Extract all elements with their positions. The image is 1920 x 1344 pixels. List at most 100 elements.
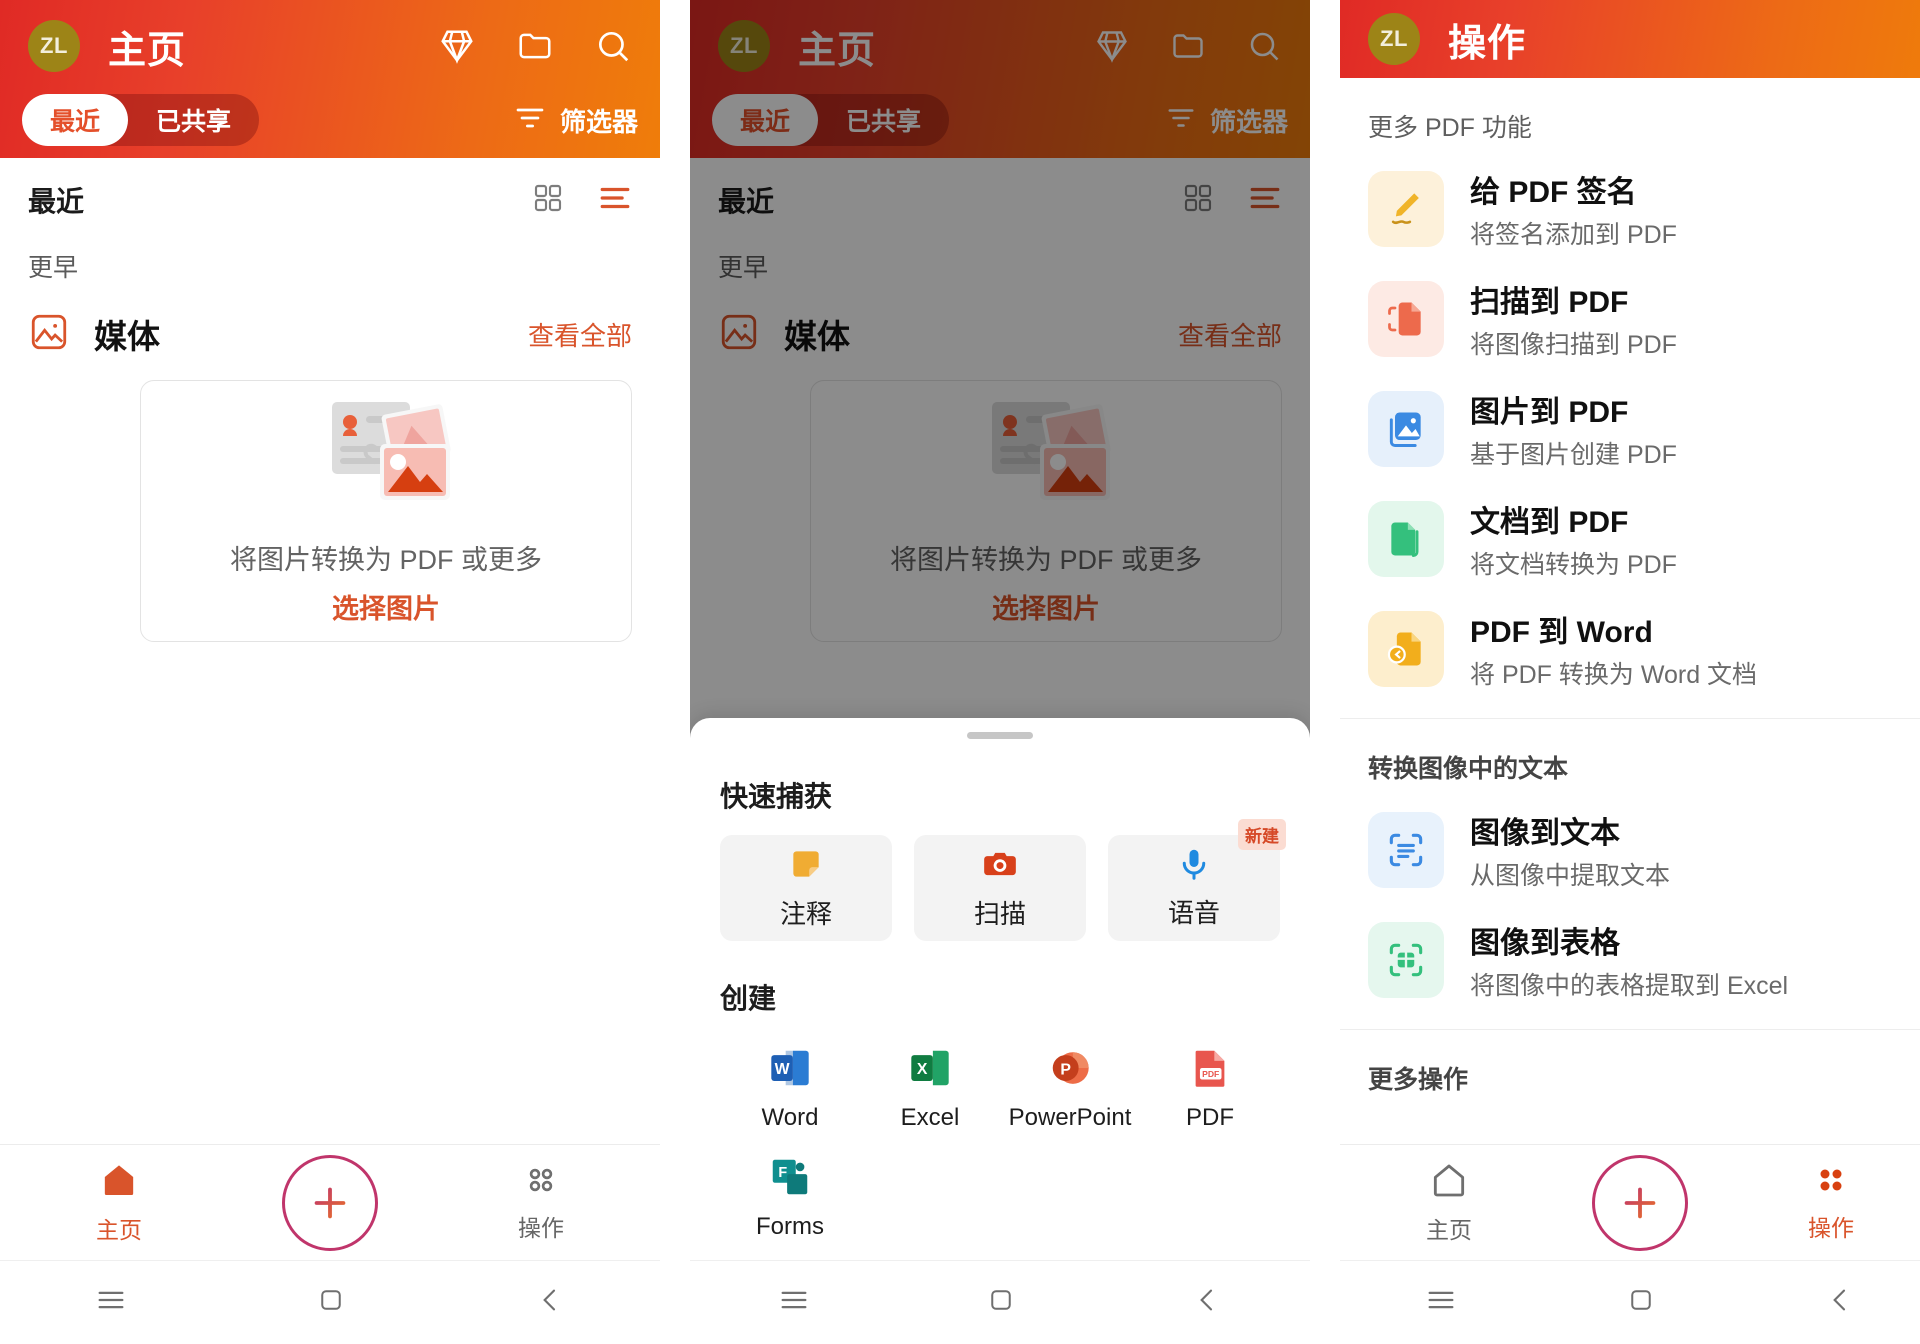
media-caption: 将图片转换为 PDF 或更多 bbox=[229, 545, 542, 575]
appbar-bottom-row: 最近 已共享 筛选器 bbox=[690, 92, 1310, 158]
filter-button[interactable]: 筛选器 bbox=[1166, 102, 1288, 139]
search-icon[interactable] bbox=[1246, 28, 1282, 64]
sticky-note-icon bbox=[787, 845, 825, 888]
back-icon[interactable] bbox=[1824, 1284, 1856, 1321]
tab-shared[interactable]: 已共享 bbox=[128, 94, 259, 146]
create-heading: 创建 bbox=[720, 983, 777, 1014]
avatar[interactable]: ZL bbox=[718, 20, 770, 72]
see-all-link[interactable]: 查看全部 bbox=[1178, 316, 1282, 353]
home-icon bbox=[99, 1160, 139, 1205]
sheet-grabber[interactable] bbox=[967, 732, 1033, 739]
quick-capture-voice-label: 语音 bbox=[1167, 898, 1220, 928]
panel-gap-1 bbox=[660, 0, 690, 1344]
action-image-to-table[interactable]: 图像到表格 将图像中的表格提取到 Excel bbox=[1340, 905, 1920, 1015]
create-powerpoint-label: PowerPoint bbox=[1008, 1104, 1132, 1131]
action-image-to-text[interactable]: 图像到文本 从图像中提取文本 bbox=[1340, 795, 1920, 905]
image-icon bbox=[718, 311, 760, 358]
avatar[interactable]: ZL bbox=[28, 20, 80, 72]
avatar[interactable]: ZL bbox=[1368, 13, 1420, 65]
diamond-icon[interactable] bbox=[1094, 28, 1130, 64]
square-icon[interactable] bbox=[1626, 1285, 1656, 1320]
appbar-top-row: ZL 操作 bbox=[1340, 0, 1920, 78]
action-title: 扫描到 PDF bbox=[1470, 286, 1629, 319]
create-excel[interactable]: X Excel bbox=[860, 1045, 1000, 1132]
media-caption: 将图片转换为 PDF 或更多 bbox=[889, 545, 1202, 575]
tab-recent[interactable]: 最近 bbox=[712, 94, 819, 146]
action-sign-pdf[interactable]: 给 PDF 签名 将签名添加到 PDF bbox=[1340, 154, 1920, 264]
media-empty-card: 将图片转换为 PDF 或更多 选择图片 bbox=[140, 380, 632, 642]
quick-capture-scan-label: 扫描 bbox=[973, 899, 1026, 929]
earlier-label: 更早 bbox=[28, 254, 79, 282]
back-icon[interactable] bbox=[534, 1284, 566, 1321]
list-view-icon[interactable] bbox=[598, 181, 632, 220]
quick-capture-row: 注释 扫描 新建 语音 bbox=[690, 815, 1310, 941]
action-image-to-pdf[interactable]: 图片到 PDF 基于图片创建 PDF bbox=[1340, 374, 1920, 484]
create-powerpoint[interactable]: P PowerPoint bbox=[1000, 1045, 1140, 1132]
grid-view-icon[interactable] bbox=[1182, 182, 1214, 219]
page-title: 主页 bbox=[108, 29, 187, 72]
nav-actions[interactable]: 操作 bbox=[1756, 1162, 1906, 1243]
back-icon[interactable] bbox=[1191, 1284, 1223, 1321]
panel-gap-2 bbox=[1310, 0, 1340, 1344]
create-fab[interactable] bbox=[282, 1154, 378, 1251]
filter-button[interactable]: 筛选器 bbox=[514, 102, 638, 139]
quick-capture-annotate-label: 注释 bbox=[779, 899, 832, 929]
action-scan-to-pdf[interactable]: 扫描到 PDF 将图像扫描到 PDF bbox=[1340, 264, 1920, 374]
folder-icon[interactable] bbox=[1170, 28, 1206, 64]
nav-home[interactable]: 主页 bbox=[44, 1160, 194, 1245]
search-icon[interactable] bbox=[594, 27, 632, 65]
nav-home[interactable]: 主页 bbox=[1374, 1160, 1524, 1245]
menu-icon[interactable] bbox=[1424, 1283, 1458, 1322]
create-pdf[interactable]: PDF PDF bbox=[1140, 1045, 1280, 1132]
page-title: 主页 bbox=[798, 29, 877, 72]
create-word[interactable]: W Word bbox=[720, 1045, 860, 1132]
appbar-icon-group bbox=[438, 27, 632, 65]
menu-icon[interactable] bbox=[777, 1283, 811, 1322]
recent-title: 最近 bbox=[28, 186, 85, 217]
tab-shared[interactable]: 已共享 bbox=[818, 94, 949, 146]
action-text: PDF 到 Word 将 PDF 转换为 Word 文档 bbox=[1470, 607, 1757, 691]
action-pdf-to-word[interactable]: PDF 到 Word 将 PDF 转换为 Word 文档 bbox=[1340, 594, 1920, 704]
square-icon[interactable] bbox=[986, 1285, 1016, 1320]
action-subtitle: 从图像中提取文本 bbox=[1470, 862, 1671, 890]
image-doc-icon bbox=[1368, 391, 1444, 467]
segmented-control: 最近 已共享 bbox=[22, 94, 260, 146]
system-nav bbox=[0, 1260, 660, 1344]
bottom-nav: 主页 操作 bbox=[0, 1144, 660, 1260]
pdf-icon: PDF bbox=[1187, 1045, 1233, 1096]
segmented-control: 最近 已共享 bbox=[712, 94, 950, 146]
menu-icon[interactable] bbox=[94, 1283, 128, 1322]
create-forms-label: Forms bbox=[756, 1213, 824, 1240]
filter-icon bbox=[1166, 103, 1196, 138]
create-fab[interactable] bbox=[1592, 1154, 1688, 1251]
nav-actions[interactable]: 操作 bbox=[466, 1162, 616, 1243]
select-images-link[interactable]: 选择图片 bbox=[992, 587, 1100, 626]
action-subtitle: 将签名添加到 PDF bbox=[1470, 221, 1677, 249]
select-images-link[interactable]: 选择图片 bbox=[332, 587, 440, 626]
word-icon: W bbox=[767, 1045, 813, 1096]
action-text: 给 PDF 签名 将签名添加到 PDF bbox=[1470, 167, 1677, 251]
group-heading-pdf-tools: 更多 PDF 功能 bbox=[1368, 114, 1532, 142]
tab-recent[interactable]: 最近 bbox=[22, 94, 129, 146]
see-all-link[interactable]: 查看全部 bbox=[528, 316, 632, 353]
grid-view-icon[interactable] bbox=[532, 182, 564, 219]
create-forms[interactable]: F Forms bbox=[720, 1154, 860, 1241]
quick-capture-scan[interactable]: 扫描 bbox=[914, 835, 1086, 941]
action-title: 文档到 PDF bbox=[1470, 506, 1629, 539]
quick-capture-voice[interactable]: 新建 语音 bbox=[1108, 819, 1286, 941]
action-title: 图片到 PDF bbox=[1470, 396, 1629, 429]
diamond-icon[interactable] bbox=[438, 27, 476, 65]
filter-icon bbox=[514, 102, 546, 139]
media-section-header: 媒体 查看全部 bbox=[0, 284, 660, 358]
ocr-text-icon bbox=[1368, 812, 1444, 888]
action-doc-to-pdf[interactable]: 文档到 PDF 将文档转换为 PDF bbox=[1340, 484, 1920, 594]
square-icon[interactable] bbox=[316, 1285, 346, 1320]
action-title: 图像到表格 bbox=[1470, 927, 1620, 960]
ocr-table-icon bbox=[1368, 922, 1444, 998]
folder-icon[interactable] bbox=[516, 27, 554, 65]
home-appbar: ZL 主页 最近 已共享 筛选器 bbox=[0, 0, 660, 158]
media-section-header: 媒体 查看全部 bbox=[690, 284, 1310, 358]
quick-capture-annotate[interactable]: 注释 bbox=[720, 835, 892, 941]
list-view-icon[interactable] bbox=[1248, 181, 1282, 220]
appbar-top-row: ZL 主页 bbox=[0, 0, 660, 92]
